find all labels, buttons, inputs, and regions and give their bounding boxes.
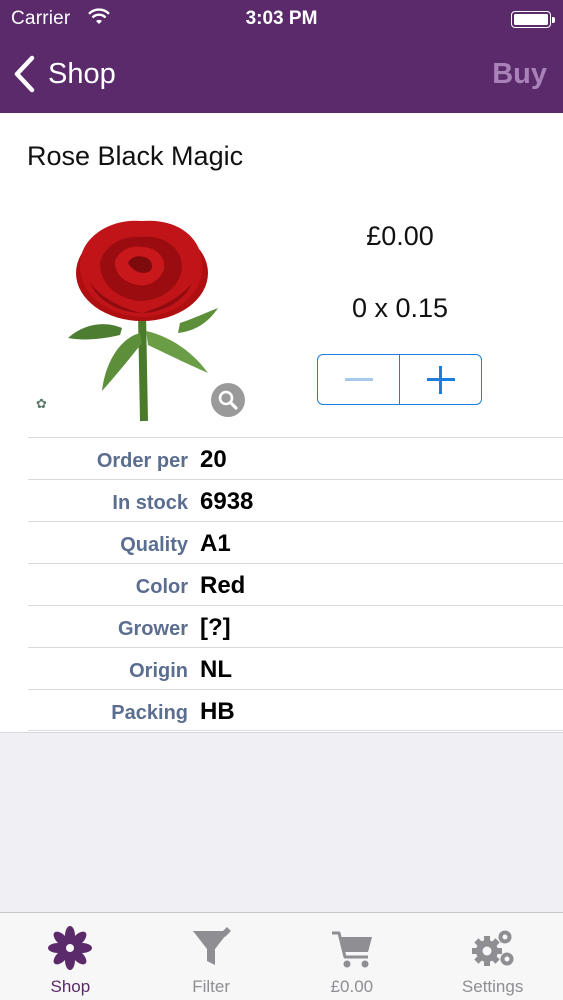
detail-value: 20: [200, 446, 227, 473]
price-label: £0.00: [366, 221, 434, 251]
detail-value: [?]: [200, 614, 231, 641]
detail-value: Red: [200, 572, 246, 599]
detail-value: A1: [200, 530, 231, 557]
tab-bar: Shop Filter £0.00 Settings: [0, 912, 563, 1000]
zoom-button[interactable]: [211, 383, 245, 417]
detail-key: In stock: [112, 492, 188, 514]
product-details-table: Order per 20 In stock 6938 Quality A1 Co…: [28, 437, 563, 731]
battery-icon: [511, 11, 555, 28]
flower-logo-icon: ✿: [36, 396, 47, 411]
detail-row-grower: Grower [?]: [28, 605, 563, 647]
back-label: Shop: [48, 57, 116, 90]
tab-label: Settings: [461, 977, 524, 996]
detail-row-packing: Packing HB: [28, 689, 563, 731]
tab-label: Filter: [192, 977, 231, 996]
detail-row-origin: Origin NL: [28, 647, 563, 689]
detail-key: Quality: [120, 534, 188, 556]
detail-key: Origin: [129, 660, 188, 682]
detail-value: NL: [200, 656, 232, 683]
detail-row-in-stock: In stock 6938: [28, 479, 563, 521]
minus-icon: [344, 378, 373, 381]
increment-button[interactable]: [399, 355, 481, 404]
nav-bar: Shop Buy: [0, 40, 563, 113]
product-detail-screen: Carrier 3:03 PM Shop Buy Rose Black Magi…: [0, 0, 563, 1000]
tab-label: Shop: [50, 977, 91, 996]
tab-filter[interactable]: Filter: [141, 913, 282, 1000]
funnel-icon: [193, 927, 232, 965]
cart-icon: [331, 931, 372, 968]
detail-value: 6938: [200, 488, 254, 515]
detail-value: HB: [200, 698, 235, 725]
quantity-stepper: [317, 354, 482, 405]
quantity-label: 0 x 0.15: [351, 293, 449, 323]
detail-key: Order per: [96, 450, 188, 472]
gears-icon: [471, 930, 514, 966]
detail-key: Grower: [117, 618, 188, 640]
detail-row-quality: Quality A1: [28, 521, 563, 563]
tab-label: £0.00: [330, 977, 374, 996]
status-bar: Carrier 3:03 PM: [0, 0, 563, 40]
tab-shop[interactable]: Shop: [0, 913, 141, 1000]
back-button[interactable]: Shop: [12, 54, 116, 94]
decrement-button[interactable]: [318, 355, 399, 404]
detail-row-color: Color Red: [28, 563, 563, 605]
magnifier-icon: [218, 390, 238, 410]
status-time: 3:03 PM: [245, 8, 318, 29]
tab-cart[interactable]: £0.00: [282, 913, 423, 1000]
flower-icon: [48, 926, 93, 970]
detail-row-order-per: Order per 20: [28, 437, 563, 479]
header: Carrier 3:03 PM Shop Buy: [0, 0, 563, 113]
product-title: Rose Black Magic: [27, 141, 244, 171]
buy-button[interactable]: Buy: [492, 58, 547, 91]
chevron-left-icon: [14, 55, 35, 93]
tab-settings[interactable]: Settings: [422, 913, 563, 1000]
product-card: Rose Black Magic ✿ £0.00 0 x 0.15 Order …: [0, 113, 563, 733]
detail-key: Color: [135, 576, 188, 598]
detail-key: Packing: [111, 702, 188, 724]
